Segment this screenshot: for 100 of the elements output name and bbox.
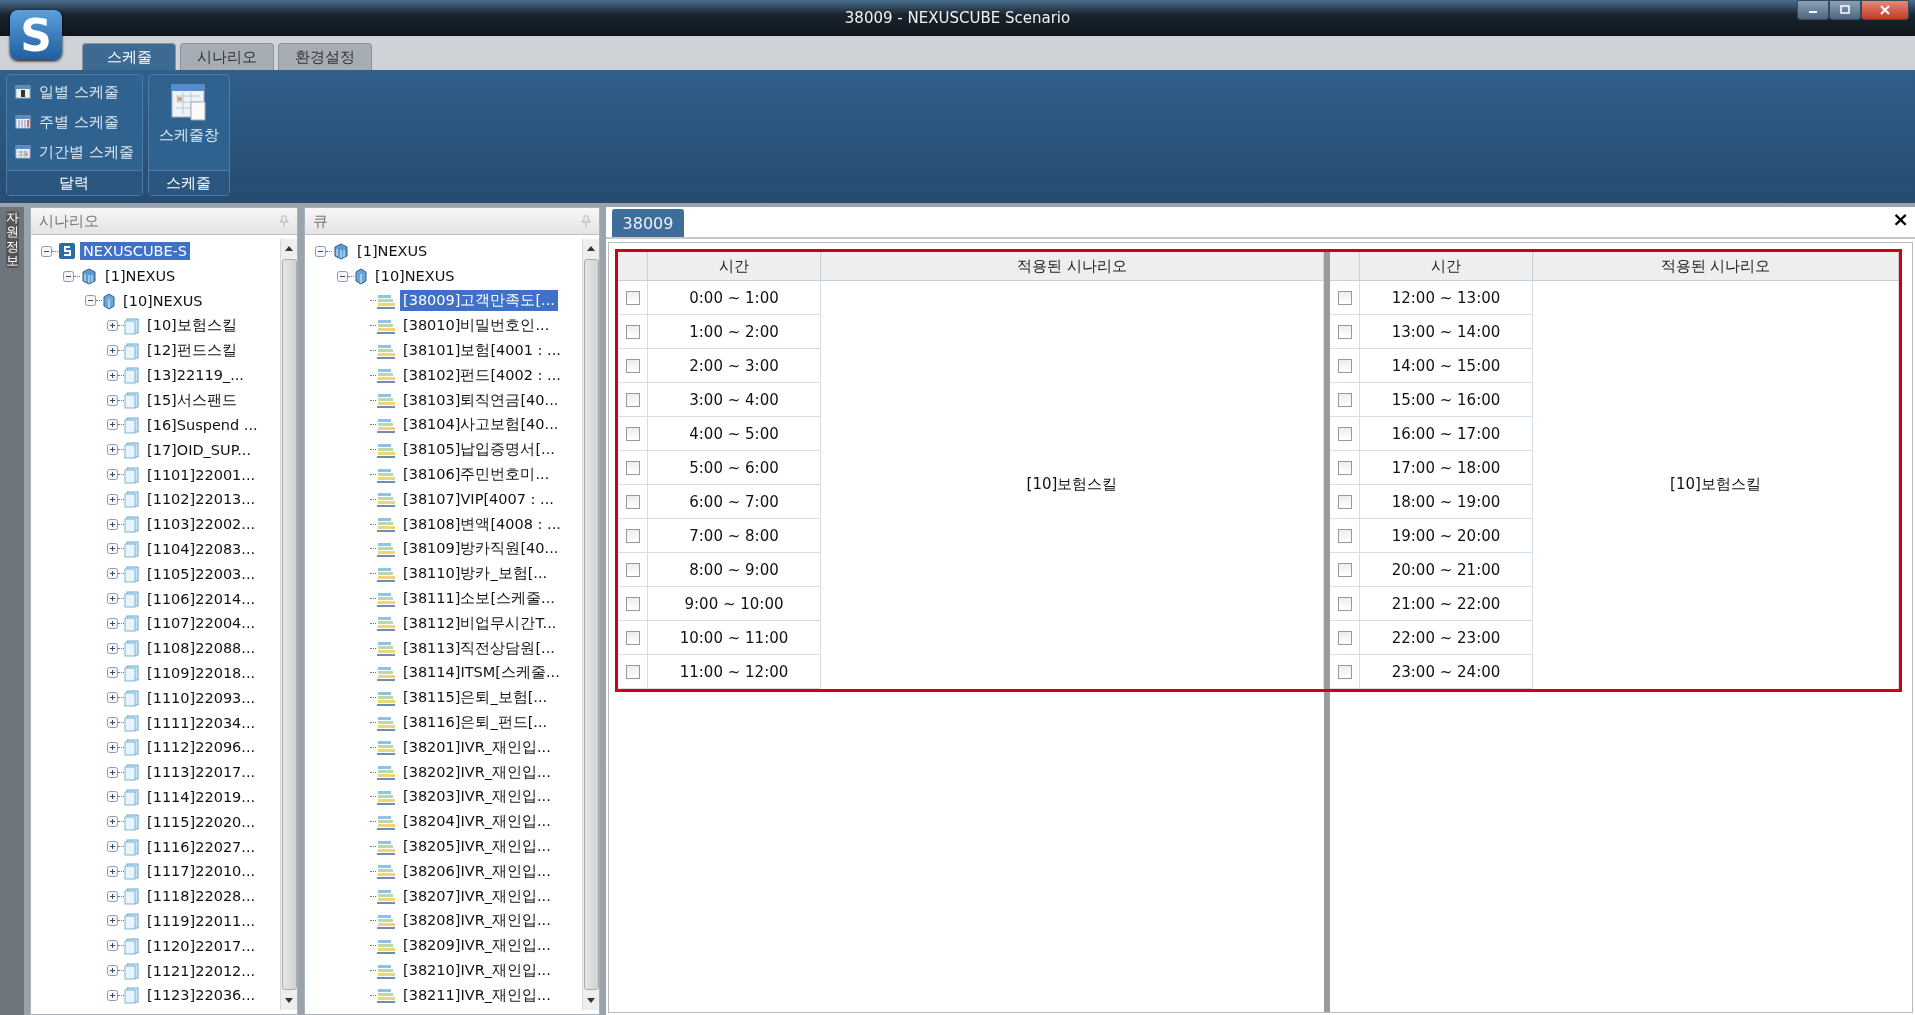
maximize-button[interactable] — [1829, 0, 1861, 20]
tree-item[interactable]: [1106]22014... — [144, 589, 259, 608]
tree-item[interactable]: [16]Suspend ... — [144, 415, 261, 434]
tree-item[interactable]: [38209]IVR_재인입... — [400, 935, 554, 957]
scrollbar[interactable] — [582, 239, 599, 1010]
expand-icon[interactable] — [107, 717, 118, 729]
expand-icon[interactable] — [107, 419, 118, 431]
tree-item[interactable]: [38104]사고보험[40... — [400, 414, 562, 436]
tree-item[interactable]: [38107]VIP[4007 : ... — [400, 490, 557, 509]
expand-icon[interactable] — [107, 940, 118, 952]
tree-item[interactable]: [1118]22028... — [144, 887, 259, 906]
expand-icon[interactable] — [107, 667, 118, 679]
tree-item[interactable]: [1108]22088... — [144, 639, 259, 658]
tree-item[interactable]: [1117]22010... — [144, 862, 259, 881]
tree-item[interactable]: [38203]IVR_재인입... — [400, 786, 554, 808]
tree-item[interactable]: [38101]보험[4001 : ... — [400, 340, 564, 362]
tree-item[interactable]: [38113]직전상담원[... — [400, 637, 558, 659]
tree-item[interactable]: [38102]펀드[4002 : ... — [400, 364, 564, 386]
tree-item[interactable]: [15]서스팬드 — [144, 389, 240, 411]
tree-item[interactable]: [38207]IVR_재인입... — [400, 885, 554, 907]
tree-item[interactable]: [38109]방카직원[40... — [400, 538, 562, 560]
tree-item[interactable]: [1120]22017... — [144, 936, 259, 955]
tree-item[interactable]: [1111]22034... — [144, 713, 259, 732]
expand-icon[interactable] — [107, 865, 118, 877]
tree-item[interactable]: [1]NEXUS — [354, 242, 431, 261]
collapse-icon[interactable] — [337, 270, 348, 282]
checkbox[interactable] — [625, 597, 640, 611]
expand-icon[interactable] — [107, 593, 118, 605]
expand-icon[interactable] — [107, 345, 118, 357]
expand-icon[interactable] — [107, 617, 118, 629]
tree-item[interactable]: [10]보험스킬 — [144, 315, 240, 337]
tree-item[interactable]: [38116]은퇴_펀드[... — [400, 712, 551, 734]
expand-icon[interactable] — [107, 741, 118, 753]
checkbox[interactable] — [1337, 291, 1352, 305]
tree-item[interactable]: [38115]은퇴_보험[... — [400, 687, 551, 709]
side-tab[interactable]: 자원정보 — [5, 211, 19, 269]
tree-item[interactable]: [38211]IVR_재인입... — [400, 984, 554, 1006]
tree-item[interactable]: [1107]22004... — [144, 614, 259, 633]
checkbox[interactable] — [1337, 665, 1352, 679]
expand-icon[interactable] — [107, 543, 118, 555]
expand-icon[interactable] — [107, 444, 118, 456]
tree-item[interactable]: NEXUSCUBE-S — [80, 242, 191, 261]
document-tab[interactable]: 38009 — [612, 209, 684, 237]
tree-item[interactable]: [12]펀드스킬 — [144, 340, 240, 362]
expand-icon[interactable] — [107, 766, 118, 778]
checkbox[interactable] — [625, 495, 640, 509]
checkbox[interactable] — [625, 393, 640, 407]
expand-icon[interactable] — [107, 989, 118, 1001]
expand-icon[interactable] — [107, 915, 118, 927]
tree-item[interactable]: [1113]22017... — [144, 763, 259, 782]
checkbox[interactable] — [625, 427, 640, 441]
app-logo[interactable]: S — [10, 10, 62, 60]
checkbox[interactable] — [1337, 631, 1352, 645]
tree-item[interactable]: [38201]IVR_재인입... — [400, 736, 554, 758]
checkbox[interactable] — [625, 359, 640, 373]
tree-item[interactable]: [1103]22002... — [144, 515, 259, 534]
tree-item[interactable]: [1104]22083... — [144, 539, 259, 558]
checkbox[interactable] — [625, 529, 640, 543]
checkbox[interactable] — [1337, 393, 1352, 407]
checkbox[interactable] — [625, 325, 640, 339]
ribbon-button[interactable]: 기간별 스케줄 — [11, 138, 138, 166]
checkbox[interactable] — [625, 563, 640, 577]
tree-item[interactable]: [38111]소보[스케줄... — [400, 588, 558, 610]
ribbon-button[interactable]: 일별 스케줄 — [11, 78, 138, 106]
collapse-icon[interactable] — [315, 245, 326, 257]
collapse-icon[interactable] — [85, 295, 96, 307]
tree-item[interactable]: [1102]22013... — [144, 490, 259, 509]
tree-item[interactable]: [17]OID_SUP... — [144, 440, 254, 459]
expand-icon[interactable] — [107, 791, 118, 803]
tree-item[interactable]: [38103]퇴직연금[40... — [400, 389, 562, 411]
tree-item[interactable]: [38010]비밀번호인... — [400, 315, 553, 337]
ribbon-tab[interactable]: 스케줄 — [82, 43, 176, 70]
tree-item[interactable]: [38112]비업무시간T... — [400, 612, 560, 634]
tree-item[interactable]: [10]NEXUS — [120, 292, 206, 310]
tree-item[interactable]: [38110]방카_보험[... — [400, 563, 551, 585]
checkbox[interactable] — [625, 291, 640, 305]
tree-item[interactable]: [38114]ITSM[스케줄... — [400, 662, 563, 684]
checkbox[interactable] — [625, 631, 640, 645]
checkbox[interactable] — [1337, 529, 1352, 543]
tree-item[interactable]: [1109]22018... — [144, 663, 259, 682]
tree-item[interactable]: [1114]22019... — [144, 787, 259, 806]
expand-icon[interactable] — [107, 394, 118, 406]
close-button[interactable]: × — [1888, 207, 1913, 231]
tree-item[interactable]: [1123]22036... — [144, 986, 259, 1005]
close-button[interactable] — [1861, 0, 1909, 20]
expand-icon[interactable] — [107, 320, 118, 332]
checkbox[interactable] — [1337, 495, 1352, 509]
ribbon-tab[interactable]: 환경설정 — [278, 43, 372, 70]
tree-item[interactable]: [1115]22020... — [144, 812, 259, 831]
expand-icon[interactable] — [107, 518, 118, 530]
checkbox[interactable] — [1337, 359, 1352, 373]
checkbox[interactable] — [1337, 461, 1352, 475]
collapse-icon[interactable] — [41, 245, 52, 257]
tree-item[interactable]: [38105]납입증명서[... — [400, 439, 558, 461]
expand-icon[interactable] — [107, 816, 118, 828]
expand-icon[interactable] — [107, 841, 118, 852]
scrollbar[interactable] — [280, 239, 297, 1010]
checkbox[interactable] — [1337, 325, 1352, 339]
tree-item[interactable]: [1121]22012... — [144, 961, 259, 980]
expand-icon[interactable] — [107, 890, 118, 902]
